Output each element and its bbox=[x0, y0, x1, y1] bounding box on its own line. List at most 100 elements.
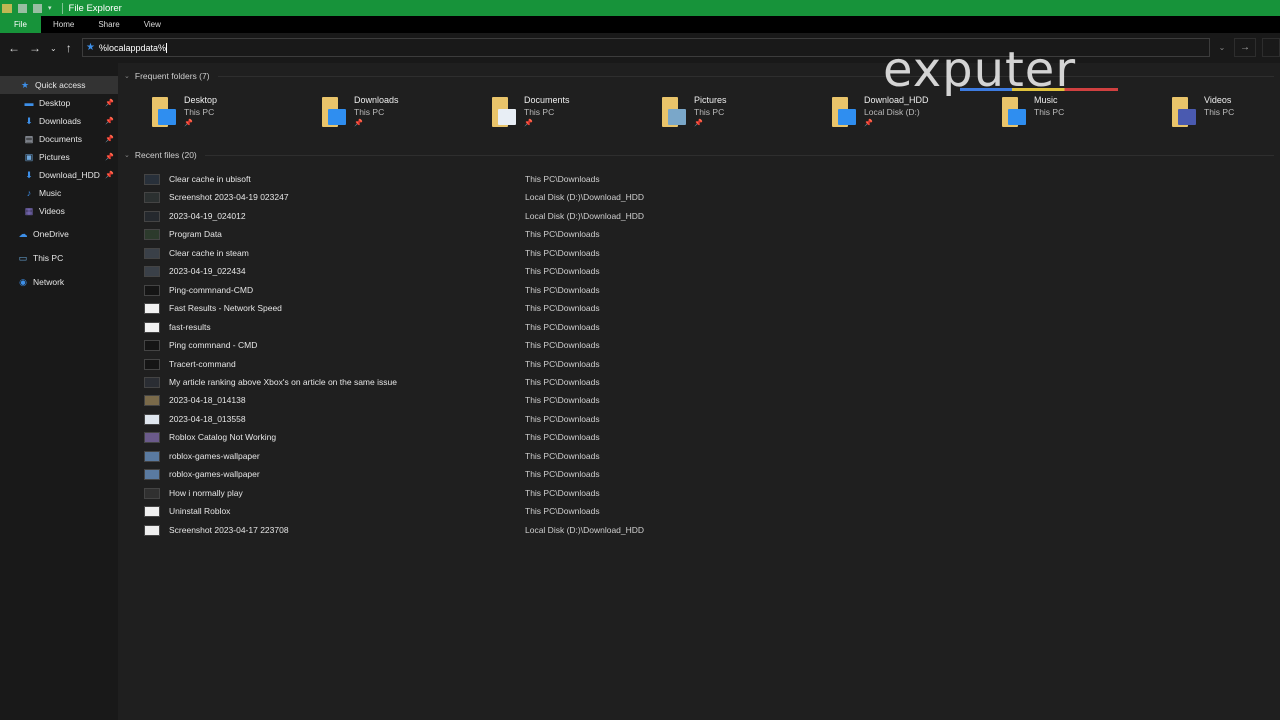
sidebar-item-download-hdd[interactable]: ⬇ Download_HDD 📌 bbox=[0, 166, 118, 184]
sidebar-item-onedrive[interactable]: ☁ OneDrive bbox=[0, 225, 118, 243]
forward-arrow-icon[interactable]: → bbox=[29, 41, 41, 55]
recent-file-row[interactable]: Clear cache in ubisoft This PC\Downloads bbox=[142, 170, 1242, 188]
documents-icon: ▤ bbox=[24, 133, 34, 144]
file-location: This PC\Downloads bbox=[525, 229, 600, 240]
recent-file-row[interactable]: 2023-04-19_022434 This PC\Downloads bbox=[142, 262, 1242, 280]
pin-icon[interactable]: 📌 bbox=[694, 119, 703, 127]
recent-file-row[interactable]: Screenshot 2023-04-17 223708 Local Disk … bbox=[142, 521, 1242, 539]
recent-file-row[interactable]: 2023-04-19_024012 Local Disk (D:)\Downlo… bbox=[142, 207, 1242, 225]
file-thumbnail-icon bbox=[144, 395, 160, 407]
frequent-folder-desktop[interactable]: Desktop This PC 📌 bbox=[150, 93, 320, 133]
file-location: This PC\Downloads bbox=[525, 358, 600, 369]
recent-file-row[interactable]: 2023-04-18_013558 This PC\Downloads bbox=[142, 410, 1242, 428]
download-icon: ⬇ bbox=[25, 115, 33, 126]
sidebar-item-label: Documents bbox=[39, 134, 82, 144]
properties-icon[interactable] bbox=[18, 3, 27, 13]
file-location: This PC\Downloads bbox=[525, 340, 600, 351]
file-name: Clear cache in ubisoft bbox=[169, 174, 251, 184]
sidebar-item-this-pc[interactable]: ▭ This PC bbox=[0, 249, 118, 267]
frequent-folder-videos[interactable]: Videos This PC bbox=[1170, 93, 1280, 133]
new-folder-icon[interactable] bbox=[33, 3, 42, 13]
recent-file-row[interactable]: Roblox Catalog Not Working This PC\Downl… bbox=[142, 428, 1242, 446]
file-thumbnail-icon bbox=[144, 174, 160, 185]
address-dropdown-icon[interactable]: ⌄ bbox=[1212, 38, 1232, 57]
recent-files-header[interactable]: ⌄ Recent files (20) bbox=[124, 150, 1274, 160]
recent-file-row[interactable]: Screenshot 2023-04-19 023247 Local Disk … bbox=[142, 188, 1242, 206]
recent-file-row[interactable]: Tracert-command This PC\Downloads bbox=[142, 355, 1242, 373]
recent-file-row[interactable]: My article ranking above Xbox's on artic… bbox=[142, 373, 1242, 391]
pin-icon[interactable]: 📌 bbox=[105, 135, 114, 143]
go-arrow-icon[interactable]: → bbox=[1234, 38, 1256, 57]
sidebar-item-quick-access[interactable]: ★ Quick access bbox=[0, 76, 118, 94]
pin-icon[interactable]: 📌 bbox=[354, 119, 363, 127]
sidebar-item-label: Quick access bbox=[35, 80, 86, 90]
folder-location: This PC bbox=[354, 107, 385, 117]
tab-share[interactable]: Share bbox=[86, 16, 131, 33]
sidebar-item-network[interactable]: ◉ Network bbox=[0, 273, 118, 291]
file-thumbnail-icon bbox=[144, 487, 160, 499]
file-thumbnail-icon bbox=[144, 303, 160, 315]
sidebar-item-videos[interactable]: ▦ Videos bbox=[0, 202, 118, 220]
recent-file-row[interactable]: Ping commnand - CMD This PC\Downloads bbox=[142, 336, 1242, 354]
section-title: Frequent folders (7) bbox=[134, 71, 210, 81]
pin-icon[interactable]: 📌 bbox=[524, 119, 533, 127]
recent-file-row[interactable]: Clear cache in steam This PC\Downloads bbox=[142, 244, 1242, 262]
recent-locations-icon[interactable]: ⌄ bbox=[50, 44, 57, 53]
file-thumbnail-icon bbox=[144, 376, 160, 388]
file-name: 2023-04-18_014138 bbox=[169, 395, 246, 406]
sidebar-item-label: Music bbox=[39, 188, 62, 198]
recent-file-row[interactable]: 2023-04-18_014138 This PC\Downloads bbox=[142, 391, 1242, 409]
file-thumbnail-icon bbox=[144, 358, 160, 370]
tab-view[interactable]: View bbox=[132, 16, 173, 33]
folder-location: This PC bbox=[1034, 107, 1065, 117]
recent-file-row[interactable]: fast-results This PC\Downloads bbox=[142, 318, 1242, 336]
folder-icon bbox=[320, 97, 346, 127]
sidebar-item-label: Desktop bbox=[39, 98, 71, 108]
frequent-folder-downloads[interactable]: Downloads This PC 📌 bbox=[320, 93, 490, 133]
pin-icon[interactable]: 📌 bbox=[105, 99, 114, 107]
frequent-folder-music[interactable]: Music This PC bbox=[1000, 93, 1170, 133]
sidebar-item-label: This PC bbox=[33, 253, 64, 263]
pin-icon[interactable]: 📌 bbox=[864, 119, 873, 127]
file-thumbnail-icon bbox=[144, 247, 160, 259]
file-location: This PC\Downloads bbox=[525, 321, 600, 332]
tab-file[interactable]: File bbox=[0, 16, 41, 33]
file-name: roblox-games-wallpaper bbox=[169, 450, 260, 461]
file-location: This PC\Downloads bbox=[525, 284, 600, 295]
customize-dropdown-icon[interactable]: ▾ bbox=[48, 4, 52, 13]
pin-icon[interactable]: 📌 bbox=[105, 171, 114, 179]
frequent-folder-pictures[interactable]: Pictures This PC 📌 bbox=[660, 93, 830, 133]
sidebar-item-music[interactable]: ♪ Music bbox=[0, 184, 118, 202]
address-input[interactable]: %localappdata% bbox=[99, 43, 166, 53]
file-location: This PC\Downloads bbox=[525, 450, 600, 461]
folder-icon bbox=[2, 3, 12, 13]
frequent-folder-documents[interactable]: Documents This PC 📌 bbox=[490, 93, 660, 133]
file-location: This PC\Downloads bbox=[525, 247, 600, 258]
tab-home[interactable]: Home bbox=[41, 16, 86, 33]
folder-name: Documents bbox=[524, 95, 570, 105]
sidebar-item-pictures[interactable]: ▣ Pictures 📌 bbox=[0, 148, 118, 166]
recent-file-row[interactable]: Fast Results - Network Speed This PC\Dow… bbox=[142, 299, 1242, 317]
file-thumbnail-icon bbox=[144, 340, 160, 352]
recent-file-row[interactable]: roblox-games-wallpaper This PC\Downloads bbox=[142, 465, 1242, 483]
pin-icon[interactable]: 📌 bbox=[184, 119, 193, 127]
file-thumbnail-icon bbox=[144, 229, 160, 241]
frequent-folders-header[interactable]: ⌄ Frequent folders (7) bbox=[124, 71, 1274, 81]
back-arrow-icon[interactable]: ← bbox=[8, 41, 20, 55]
search-box[interactable] bbox=[1262, 38, 1280, 57]
pin-icon[interactable]: 📌 bbox=[105, 117, 114, 125]
section-title: Recent files (20) bbox=[134, 150, 197, 160]
frequent-folder-download-hdd[interactable]: Download_HDD Local Disk (D:) 📌 bbox=[830, 93, 1000, 133]
pin-icon[interactable]: 📌 bbox=[105, 153, 114, 161]
recent-file-row[interactable]: Ping-commnand-CMD This PC\Downloads bbox=[142, 281, 1242, 299]
sidebar-item-desktop[interactable]: ▬ Desktop 📌 bbox=[0, 94, 118, 112]
recent-file-row[interactable]: Program Data This PC\Downloads bbox=[142, 225, 1242, 243]
sidebar-item-downloads[interactable]: ⬇ Downloads 📌 bbox=[0, 112, 118, 130]
sidebar-item-documents[interactable]: ▤ Documents 📌 bbox=[0, 130, 118, 148]
recent-file-row[interactable]: How i normally play This PC\Downloads bbox=[142, 484, 1242, 502]
recent-file-row[interactable]: Uninstall Roblox This PC\Downloads bbox=[142, 502, 1242, 520]
sidebar-item-label: Network bbox=[33, 277, 65, 287]
up-arrow-icon[interactable]: ↑ bbox=[66, 41, 72, 55]
file-name: Screenshot 2023-04-19 023247 bbox=[169, 192, 289, 203]
recent-file-row[interactable]: roblox-games-wallpaper This PC\Downloads bbox=[142, 447, 1242, 465]
